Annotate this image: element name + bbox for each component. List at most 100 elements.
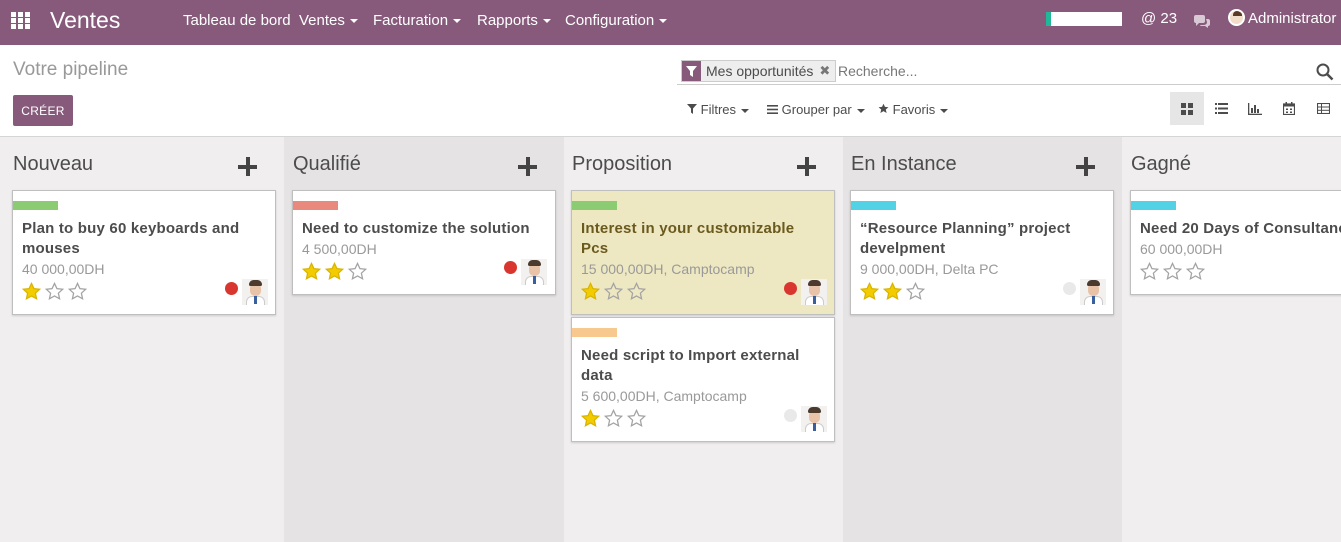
star-filled-icon[interactable] (325, 262, 344, 281)
column-title[interactable]: Nouveau (13, 153, 93, 176)
opportunity-card[interactable]: Need script to Import external data 5 60… (571, 317, 835, 442)
onboarding-progress-bar[interactable] (1046, 12, 1122, 26)
card-title: Need to customize the solution (302, 220, 530, 237)
column-title[interactable]: En Instance (851, 153, 957, 176)
kanban-icon (1181, 102, 1193, 115)
caret-down-icon (349, 19, 358, 24)
card-title: Need script to Import external data (581, 347, 800, 384)
menu-facturation[interactable]: Facturation (373, 12, 462, 30)
quick-create-plus-icon[interactable] (797, 157, 816, 176)
menu-label: Tableau de bord (183, 12, 291, 29)
star-empty-icon[interactable] (627, 409, 646, 428)
star-empty-icon[interactable] (604, 409, 623, 428)
search-input[interactable] (838, 61, 1298, 81)
opportunity-card[interactable]: “Resource Planning” project develpment 9… (850, 190, 1114, 315)
chat-bubbles-icon[interactable] (1193, 15, 1211, 29)
kanban-state-dot[interactable] (225, 282, 238, 295)
menu-label: Ventes (299, 12, 345, 29)
kanban-view-button[interactable] (1170, 92, 1204, 125)
remove-facet-icon[interactable]: ✖ (819, 63, 830, 79)
top-navbar: Ventes Tableau de bord Ventes Facturatio… (0, 0, 1341, 45)
menu-tableau-de-bord[interactable]: Tableau de bord (183, 12, 291, 30)
salesperson-avatar (801, 406, 827, 432)
mentions-counter[interactable]: @ 23 (1141, 10, 1177, 27)
color-tag (851, 201, 896, 210)
user-menu[interactable]: Administrator (1228, 9, 1336, 27)
opportunity-card[interactable]: Plan to buy 60 keyboards and mouses 40 0… (12, 190, 276, 315)
kanban-state-dot[interactable] (504, 261, 517, 274)
caret-down-icon (453, 19, 462, 24)
app-name[interactable]: Ventes (50, 6, 120, 34)
column-title[interactable]: Qualifié (293, 153, 361, 176)
star-empty-icon[interactable] (1163, 262, 1182, 281)
star-filled-icon[interactable] (22, 282, 41, 301)
app-switcher-grid-icon[interactable] (11, 12, 31, 30)
star-empty-icon[interactable] (1186, 262, 1205, 281)
opportunity-card[interactable]: Need to customize the solution 4 500,00D… (292, 190, 556, 295)
page-title: Votre pipeline (13, 59, 129, 80)
view-switcher (1170, 92, 1340, 126)
quick-create-plus-icon[interactable] (238, 157, 257, 176)
graph-view-button[interactable] (1238, 92, 1272, 125)
kanban-column: En Instance “Resource Planning” project … (843, 137, 1122, 542)
opportunity-card[interactable]: Interest in your customizable Pcs 15 000… (571, 190, 835, 315)
star-empty-icon[interactable] (348, 262, 367, 281)
star-empty-icon[interactable] (1140, 262, 1159, 281)
pivot-icon (1316, 103, 1330, 114)
card-value: 40 000,00DH (22, 261, 105, 277)
star-filled-icon[interactable] (581, 282, 600, 301)
menu-configuration[interactable]: Configuration (565, 12, 668, 30)
star-icon (878, 103, 889, 113)
star-filled-icon[interactable] (883, 282, 902, 301)
salesperson-avatar (801, 279, 827, 305)
star-filled-icon[interactable] (581, 409, 600, 428)
favorites-dropdown[interactable]: Favoris (878, 102, 949, 117)
menu-rapports[interactable]: Rapports (477, 12, 551, 30)
quick-create-plus-icon[interactable] (1076, 157, 1095, 176)
kanban-state-dot[interactable] (1063, 282, 1076, 295)
create-button[interactable]: CRÉER (13, 95, 73, 126)
column-title[interactable]: Proposition (572, 153, 672, 176)
group-by-dropdown[interactable]: Grouper par (767, 102, 865, 117)
star-filled-icon[interactable] (302, 262, 321, 281)
kanban-board: Nouveau Plan to buy 60 keyboards and mou… (0, 137, 1341, 542)
control-panel: Votre pipeline CRÉER Mes opportunités ✖ … (0, 45, 1341, 137)
kanban-state-dot[interactable] (784, 409, 797, 422)
salesperson-avatar (521, 259, 547, 285)
star-empty-icon[interactable] (45, 282, 64, 301)
priority-stars (860, 282, 925, 301)
caret-down-icon (741, 108, 750, 113)
card-title: “Resource Planning” project develpment (860, 220, 1071, 257)
search-facet[interactable]: Mes opportunités ✖ (681, 60, 837, 82)
star-filled-icon[interactable] (860, 282, 879, 301)
star-empty-icon[interactable] (604, 282, 623, 301)
menu-ventes[interactable]: Ventes (299, 12, 358, 30)
card-value: 9 000,00DH, Delta PC (860, 261, 999, 277)
opportunity-card[interactable]: Need 20 Days of Consultancy 60 000,00DH (1130, 190, 1341, 295)
quick-create-plus-icon[interactable] (518, 157, 537, 176)
star-empty-icon[interactable] (906, 282, 925, 301)
search-icon[interactable] (1316, 63, 1334, 81)
color-tag (1131, 201, 1176, 210)
filters-dropdown[interactable]: Filtres (687, 102, 750, 117)
calendar-icon (1283, 102, 1295, 115)
graph-icon (1248, 102, 1262, 115)
card-title: Plan to buy 60 keyboards and mouses (22, 220, 240, 257)
menu-label: Configuration (565, 12, 655, 29)
priority-stars (302, 262, 367, 281)
caret-down-icon (940, 108, 949, 113)
filter-icon (687, 104, 697, 114)
color-tag (13, 201, 58, 210)
priority-stars (581, 282, 646, 301)
list-view-button[interactable] (1204, 92, 1238, 125)
kanban-state-dot[interactable] (784, 282, 797, 295)
caret-down-icon (542, 19, 551, 24)
card-value: 4 500,00DH (302, 241, 377, 257)
calendar-view-button[interactable] (1272, 92, 1306, 125)
column-title[interactable]: Gagné (1131, 153, 1191, 176)
star-empty-icon[interactable] (68, 282, 87, 301)
card-value: 15 000,00DH, Camptocamp (581, 261, 755, 277)
card-title: Interest in your customizable Pcs (581, 220, 795, 257)
pivot-view-button[interactable] (1306, 92, 1340, 125)
star-empty-icon[interactable] (627, 282, 646, 301)
